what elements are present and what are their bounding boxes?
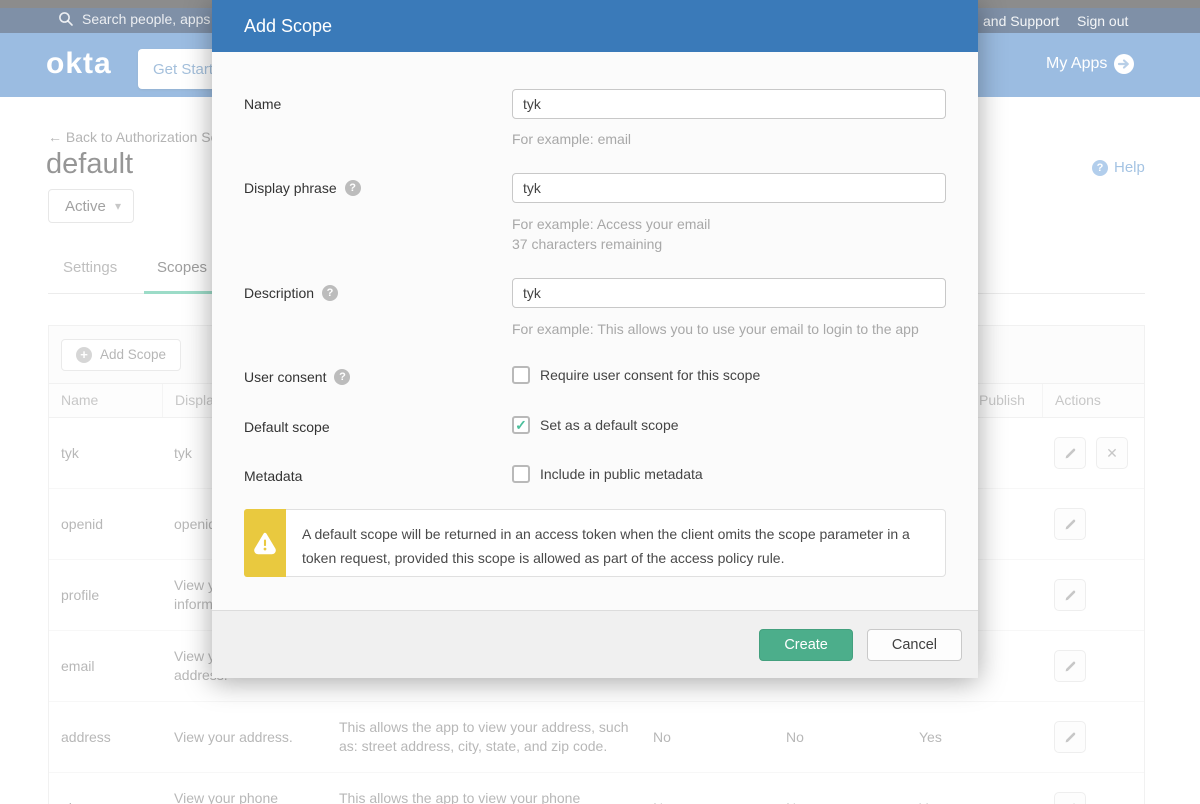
description-field[interactable]	[512, 278, 946, 308]
help-tooltip-icon[interactable]	[345, 180, 361, 196]
name-hint: For example: email	[512, 131, 631, 147]
default-scope-row: Set as a default scope	[512, 416, 679, 434]
user-consent-row: Require user consent for this scope	[512, 366, 760, 384]
help-tooltip-icon[interactable]	[334, 369, 350, 385]
warning-icon	[251, 529, 279, 557]
name-label: Name	[244, 96, 281, 112]
default-scope-checkbox-label: Set as a default scope	[540, 417, 679, 433]
metadata-checkbox-label: Include in public metadata	[540, 466, 703, 482]
description-label: Description	[244, 285, 338, 301]
user-consent-checkbox[interactable]	[512, 366, 530, 384]
cancel-button[interactable]: Cancel	[867, 629, 962, 661]
display-phrase-label: Display phrase	[244, 180, 361, 196]
description-hint: For example: This allows you to use your…	[512, 321, 919, 337]
help-tooltip-icon[interactable]	[322, 285, 338, 301]
add-scope-modal: Add Scope Name For example: email Displa…	[212, 0, 978, 678]
modal-footer: Create Cancel	[212, 610, 978, 678]
modal-title: Add Scope	[244, 0, 332, 52]
display-phrase-field[interactable]	[512, 173, 946, 203]
warning-callout: A default scope will be returned in an a…	[244, 509, 946, 577]
name-field[interactable]	[512, 89, 946, 119]
characters-remaining: 37 characters remaining	[512, 236, 662, 252]
metadata-label: Metadata	[244, 468, 302, 484]
metadata-row: Include in public metadata	[512, 465, 703, 483]
metadata-checkbox[interactable]	[512, 465, 530, 483]
user-consent-checkbox-label: Require user consent for this scope	[540, 367, 760, 383]
create-button[interactable]: Create	[759, 629, 853, 661]
default-scope-label: Default scope	[244, 419, 330, 435]
default-scope-checkbox[interactable]	[512, 416, 530, 434]
user-consent-label: User consent	[244, 369, 350, 385]
modal-header: Add Scope	[212, 0, 978, 52]
warning-strip	[244, 509, 286, 577]
display-phrase-hint: For example: Access your email	[512, 216, 710, 232]
warning-text: A default scope will be returned in an a…	[286, 510, 945, 576]
screen: Search people, apps and Support Sign out…	[0, 0, 1200, 804]
